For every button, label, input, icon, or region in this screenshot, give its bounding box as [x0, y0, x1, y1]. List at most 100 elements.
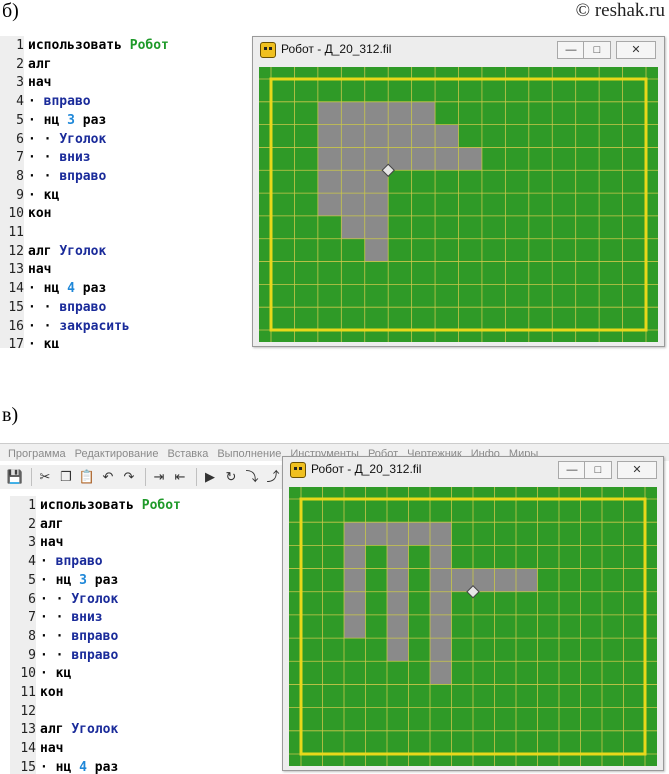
step-icon[interactable]: ↻	[222, 468, 240, 486]
code-line[interactable]: 8 · · вправо	[0, 166, 245, 186]
painted-cell	[341, 193, 365, 216]
window-title: Робот - Д_20_312.fil	[311, 462, 422, 476]
code-text: нач	[40, 741, 64, 757]
code-line[interactable]: 16 · · закрасить	[0, 316, 245, 336]
toolbar-separator	[196, 468, 197, 486]
code-line[interactable]: 11	[0, 223, 245, 242]
code-text: кон	[40, 685, 64, 700]
code-line[interactable]: 5 · нц 3 раз	[10, 570, 285, 590]
code-line[interactable]: 6 · · Уголок	[0, 129, 245, 149]
painted-cell	[430, 522, 452, 546]
painted-cell	[430, 568, 452, 592]
step-in-icon[interactable]: ⤵	[243, 468, 261, 486]
menu-item[interactable]: Вставка	[167, 445, 208, 461]
code-line[interactable]: 15 · нц 4 раз	[10, 757, 285, 774]
code-line[interactable]: 4 · вправо	[0, 92, 245, 112]
painted-cell	[388, 147, 412, 171]
code-line[interactable]: 15 · · вправо	[0, 297, 245, 317]
line-number: 10	[10, 664, 36, 684]
save-icon[interactable]: 💾	[6, 468, 24, 486]
code-line[interactable]: 14 нач	[10, 739, 285, 759]
run-icon[interactable]: ▶	[201, 468, 219, 486]
painted-cell	[430, 614, 452, 639]
painted-cell	[430, 661, 452, 685]
code-line[interactable]: 2 алг	[10, 514, 285, 534]
code-line[interactable]: 7 · · вниз	[0, 148, 245, 168]
painted-cell	[317, 101, 342, 125]
code-text: · нц 4 раз	[28, 281, 107, 297]
code-line[interactable]: 3 нач	[0, 73, 245, 93]
code-line[interactable]: 13 алг Уголок	[10, 720, 285, 740]
maximize-button[interactable]: □	[583, 41, 611, 59]
toolbar[interactable]: 💾 ✂ ❐ 📋 ↶ ↷ ⇥ ⇤ ▶ ↻ ⤵ ⤴	[0, 465, 300, 489]
painted-cell	[364, 193, 389, 216]
line-number: 3	[0, 73, 24, 93]
code-line[interactable]: 17 · кц	[0, 335, 245, 348]
menu-item[interactable]: Редактирование	[75, 445, 159, 461]
code-line[interactable]: 5 · нц 3 раз	[0, 110, 245, 130]
menu-item[interactable]: Программа	[8, 445, 66, 461]
section-label-b: б)	[2, 0, 19, 22]
painted-cell	[387, 638, 409, 662]
code-line[interactable]: 6 · · Уголок	[10, 589, 285, 609]
code-text: · · вправо	[28, 168, 107, 184]
painted-cell	[341, 101, 365, 125]
code-text: алг Уголок	[40, 722, 119, 738]
indent-icon[interactable]: ⇥	[150, 468, 168, 486]
painted-cell	[458, 147, 482, 171]
code-line[interactable]: 8 · · вправо	[10, 626, 285, 646]
code-line[interactable]: 13 нач	[0, 260, 245, 280]
code-line[interactable]: 3 нач	[10, 533, 285, 553]
code-text: кон	[28, 206, 52, 222]
section-label-v: в)	[2, 404, 19, 426]
painted-cell	[341, 124, 365, 148]
paste-icon[interactable]: 📋	[78, 468, 96, 486]
line-number: 11	[0, 223, 24, 242]
code-line[interactable]: 1 использовать Робот	[10, 496, 285, 515]
painted-cell	[516, 568, 538, 592]
redo-icon[interactable]: ↷	[120, 468, 138, 486]
painted-cell	[317, 193, 342, 216]
code-line[interactable]: 10 кон	[0, 204, 245, 224]
code-editor[interactable]: 1 использовать Робот 2 алг 3 нач 4 · вправо 5 · н…	[10, 496, 285, 774]
minimize-button[interactable]: —	[557, 41, 585, 59]
menu-item[interactable]: Выполнение	[217, 445, 281, 461]
code-line[interactable]: 11 кон	[10, 683, 285, 702]
code-line[interactable]: 10 · кц	[10, 664, 285, 684]
copy-icon[interactable]: ❐	[57, 468, 75, 486]
code-text: · нц 3 раз	[28, 112, 107, 128]
code-line[interactable]: 1 использовать Робот	[0, 36, 245, 55]
close-button[interactable]: ✕	[617, 461, 657, 479]
code-line[interactable]: 9 · кц	[0, 185, 245, 205]
code-editor[interactable]: 1 использовать Робот 2 алг 3 нач 4 · вправо 5 · н…	[0, 36, 245, 348]
step-out-icon[interactable]: ⤴	[264, 468, 282, 486]
painted-cell	[365, 522, 387, 546]
code-line[interactable]: 9 · · вправо	[10, 645, 285, 665]
line-number: 9	[0, 185, 24, 205]
maximize-button[interactable]: □	[584, 461, 612, 479]
code-line[interactable]: 12	[10, 701, 285, 721]
code-text: · нц 4 раз	[40, 759, 119, 774]
painted-cell	[364, 238, 389, 262]
code-text: · · вправо	[40, 647, 119, 663]
minimize-button[interactable]: —	[558, 461, 586, 479]
code-line[interactable]: 12 алг Уголок	[0, 241, 245, 261]
window-titlebar[interactable]: Робот - Д_20_312.fil — □ ✕	[253, 37, 664, 63]
window-title: Робот - Д_20_312.fil	[281, 42, 392, 56]
code-line[interactable]: 7 · · вниз	[10, 608, 285, 628]
painted-cell	[317, 124, 342, 148]
code-line[interactable]: 4 · вправо	[10, 552, 285, 572]
painted-cell	[387, 522, 409, 546]
robot-window[interactable]: Робот - Д_20_312.fil — □ ✕	[252, 36, 665, 347]
code-text: · · вправо	[28, 299, 107, 315]
cut-icon[interactable]: ✂	[36, 468, 54, 486]
code-text: алг	[40, 516, 64, 532]
close-button[interactable]: ✕	[616, 41, 656, 59]
painted-cell	[494, 568, 516, 592]
undo-icon[interactable]: ↶	[99, 468, 117, 486]
outdent-icon[interactable]: ⇤	[171, 468, 189, 486]
robot-window[interactable]: Робот - Д_20_312.fil — □ ✕	[282, 456, 664, 771]
code-line[interactable]: 2 алг	[0, 54, 245, 74]
window-titlebar[interactable]: Робот - Д_20_312.fil — □ ✕	[283, 457, 663, 483]
code-line[interactable]: 14 · нц 4 раз	[0, 279, 245, 299]
